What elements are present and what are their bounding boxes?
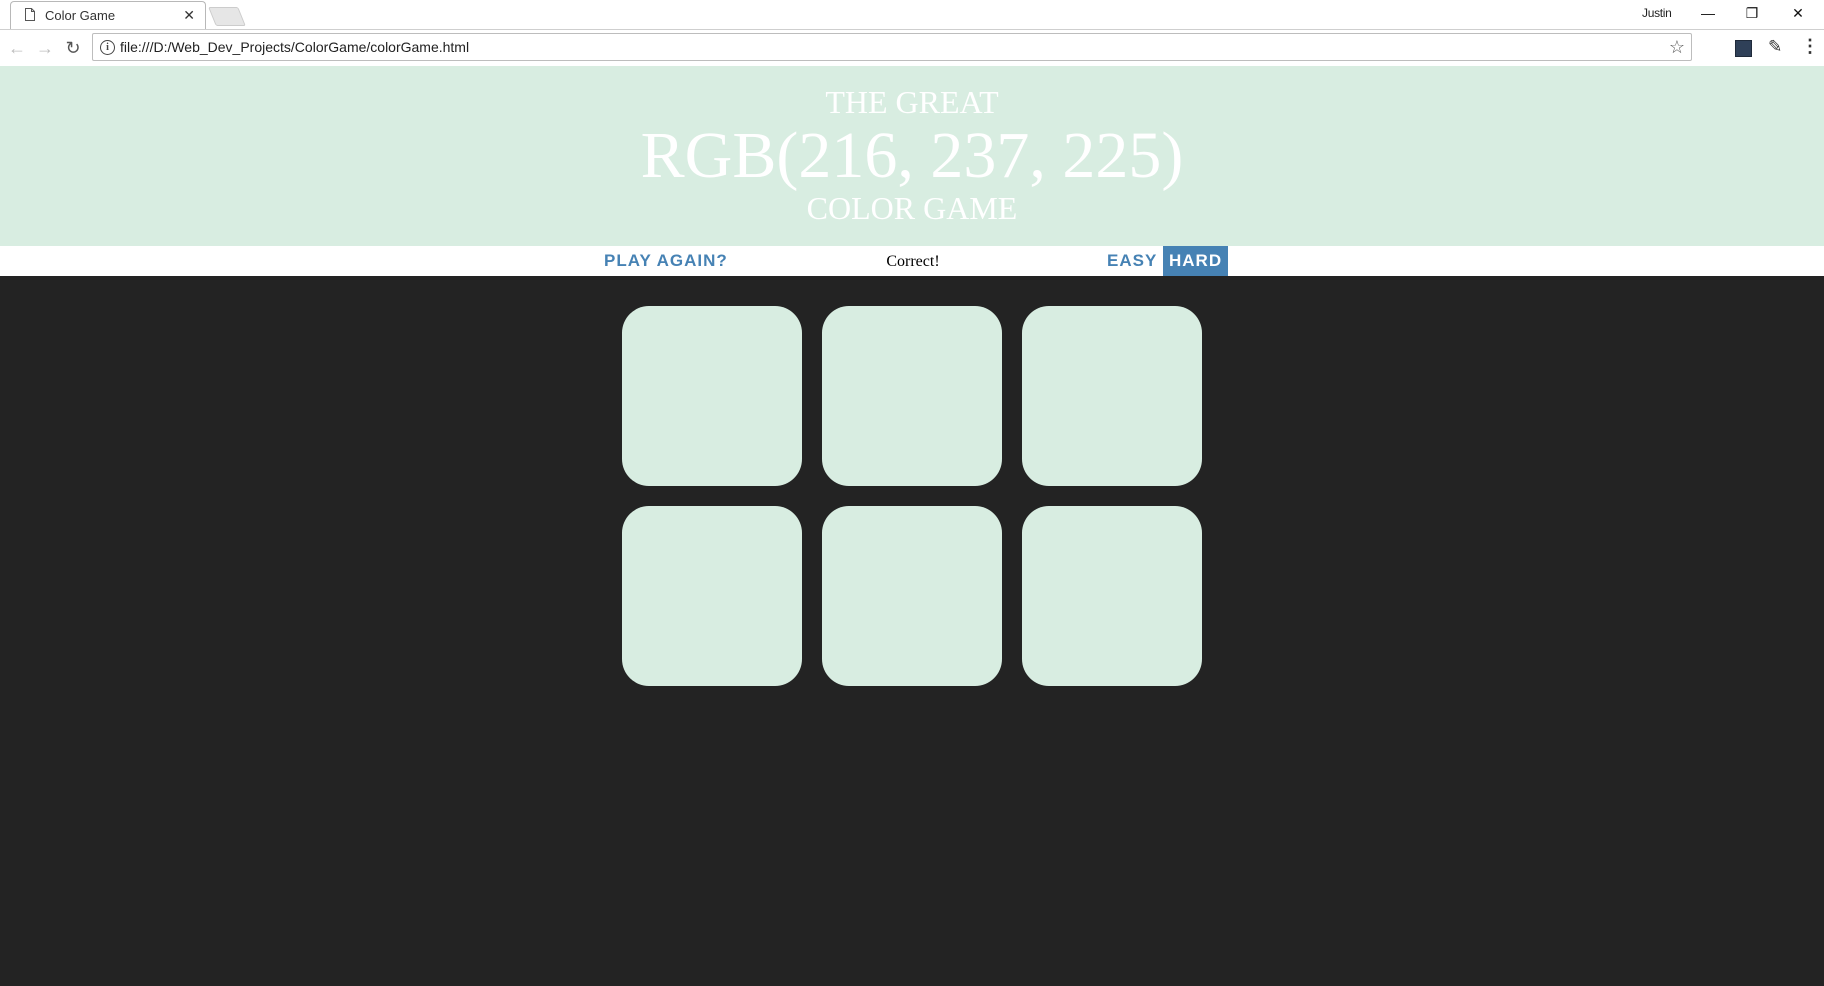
tab-title: Color Game (45, 8, 116, 23)
page-icon (25, 8, 35, 21)
color-square[interactable] (822, 306, 1002, 486)
tab-color-game[interactable]: Color Game ✕ (10, 1, 206, 29)
control-stripe: PLAY AGAIN? Correct! EASY HARD (0, 246, 1824, 276)
color-square[interactable] (622, 306, 802, 486)
color-square[interactable] (622, 506, 802, 686)
hard-mode-button[interactable]: HARD (1163, 246, 1229, 276)
color-square[interactable] (1022, 306, 1202, 486)
page-body: THE GREAT RGB(216, 237, 225) COLOR GAME … (0, 66, 1824, 986)
close-tab-icon[interactable]: ✕ (183, 7, 195, 23)
message-text: Correct! (886, 253, 940, 270)
back-arrow-icon[interactable]: ← (6, 37, 28, 59)
address-bar[interactable]: i file:///D:/Web_Dev_Projects/ColorGame/… (92, 33, 1692, 61)
profile-name[interactable]: Justin (1642, 6, 1672, 20)
title-line-the-great: THE GREAT (825, 84, 999, 120)
reload-icon[interactable]: ↻ (62, 37, 84, 59)
info-icon[interactable]: i (100, 40, 115, 55)
browser-chrome: Color Game ✕ Justin — ❐ ✕ ← → ↻ i file:/… (0, 0, 1824, 67)
new-tab-button[interactable] (208, 7, 246, 26)
restore-button[interactable]: ❐ (1730, 0, 1774, 26)
eyedropper-icon[interactable]: ✎ (1768, 37, 1782, 57)
menu-icon[interactable]: ⋮ (1801, 36, 1819, 56)
close-window-button[interactable]: ✕ (1776, 0, 1820, 26)
game-header: THE GREAT RGB(216, 237, 225) COLOR GAME (0, 66, 1824, 246)
color-squares-grid (622, 306, 1202, 686)
color-square[interactable] (1022, 506, 1202, 686)
tab-strip: Color Game ✕ Justin — ❐ ✕ (0, 0, 1824, 30)
color-square[interactable] (822, 506, 1002, 686)
color-display: RGB(216, 237, 225) (640, 119, 1184, 192)
forward-arrow-icon[interactable]: → (34, 37, 56, 59)
minimize-button[interactable]: — (1686, 0, 1730, 26)
title-line-color-game: COLOR GAME (806, 190, 1018, 226)
star-icon[interactable]: ☆ (1669, 37, 1685, 57)
extension-icon[interactable] (1735, 40, 1752, 57)
easy-mode-button[interactable]: EASY (1101, 246, 1164, 276)
url-text[interactable]: file:///D:/Web_Dev_Projects/ColorGame/co… (120, 39, 469, 55)
browser-toolbar: ← → ↻ i file:///D:/Web_Dev_Projects/Colo… (0, 30, 1824, 67)
play-again-button[interactable]: PLAY AGAIN? (598, 246, 734, 276)
